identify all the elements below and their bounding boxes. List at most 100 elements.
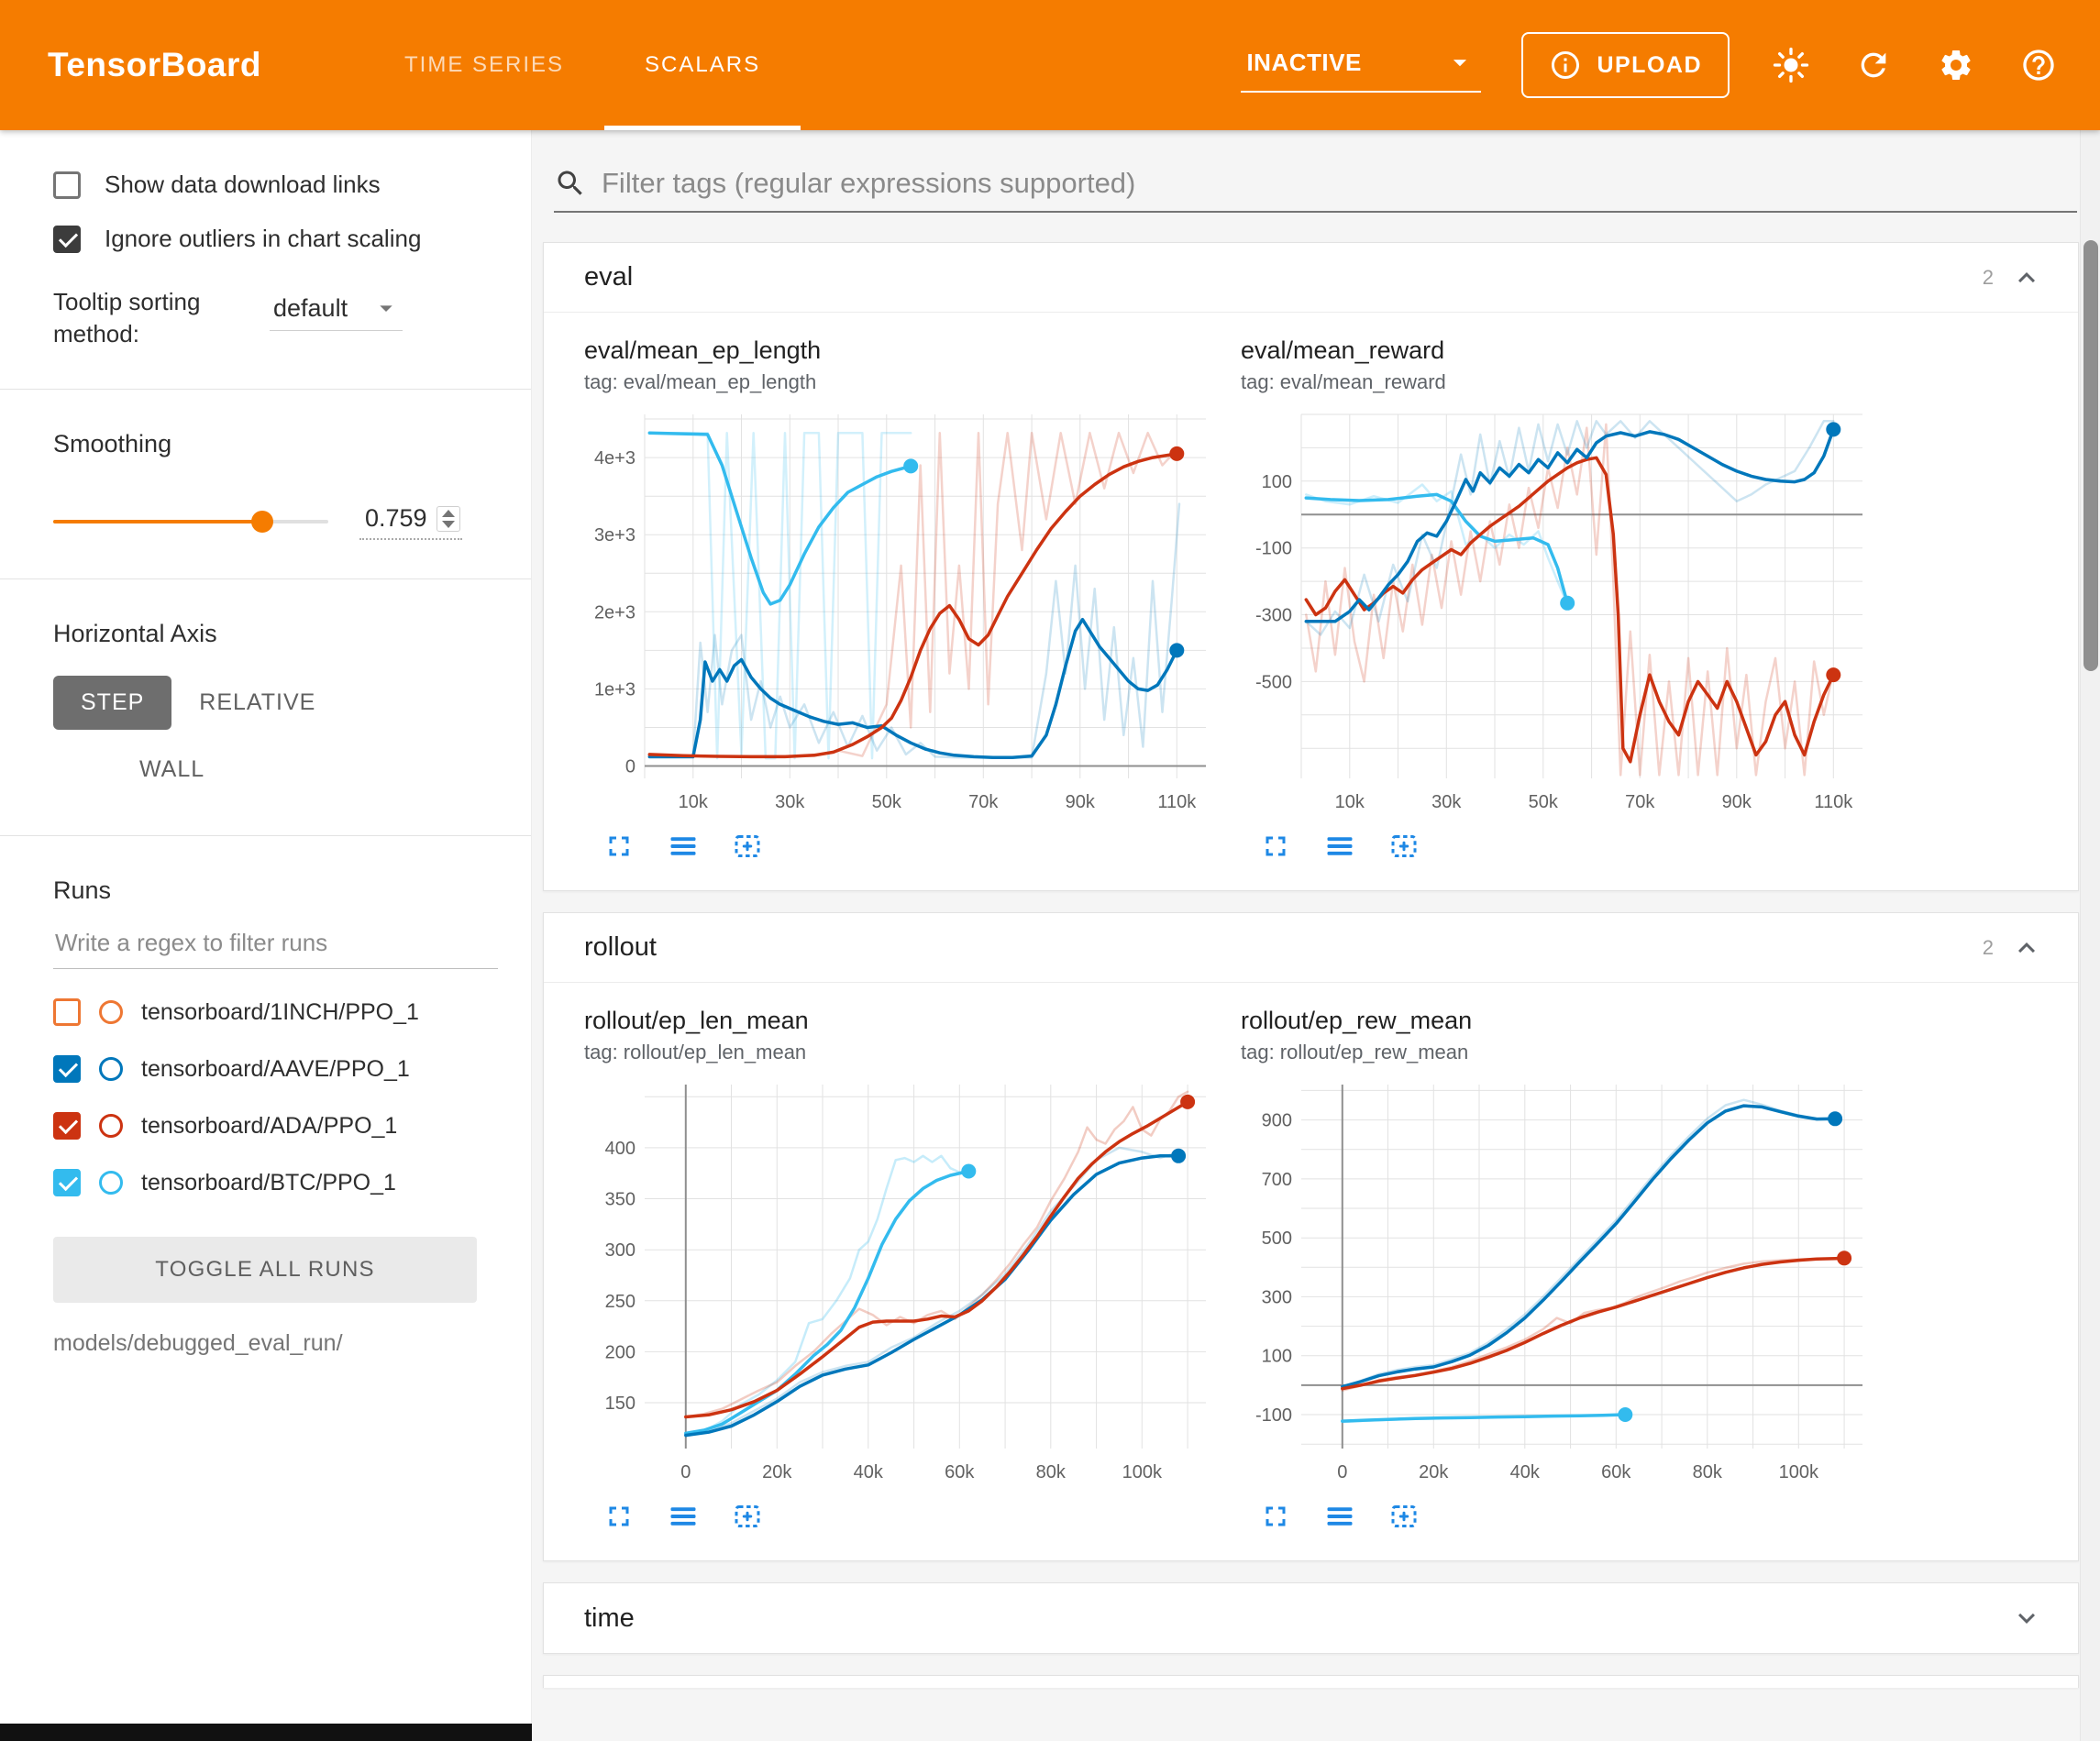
svg-text:30k: 30k (775, 792, 805, 812)
section-card-rollout: rollout 2 rollout/ep_len_mean tag: rollo… (543, 912, 2079, 1561)
run-color-radio[interactable] (99, 1114, 123, 1138)
status-dropdown[interactable]: INACTIVE (1241, 38, 1481, 93)
tooltip-sorting-select[interactable]: default (270, 292, 403, 331)
run-checkbox[interactable] (53, 1169, 81, 1196)
svg-text:300: 300 (1262, 1287, 1292, 1307)
section-title: eval (584, 262, 633, 292)
run-row-1inch: tensorboard/1INCH/PPO_1 (53, 998, 498, 1026)
main-content: eval 2 eval/mean_ep_length tag: eval/mea… (532, 130, 2100, 1741)
runs-selector-button[interactable] (667, 1500, 700, 1533)
fit-domain-button[interactable] (1387, 1500, 1420, 1533)
tab-time-series[interactable]: TIME SERIES (364, 0, 604, 130)
runs-filter-input[interactable] (53, 912, 498, 969)
chart-title: rollout/ep_rew_mean (1241, 1007, 1875, 1035)
tooltip-sorting-label: Tooltip sorting method: (53, 286, 244, 350)
settings-button[interactable] (1935, 44, 1977, 86)
data-table-icon (667, 830, 700, 863)
svg-text:-300: -300 (1255, 606, 1292, 626)
chart-tag: tag: eval/mean_ep_length (584, 370, 1219, 394)
svg-text:1e+3: 1e+3 (594, 679, 636, 700)
chart-card-eval-mean-ep-length: eval/mean_ep_length tag: eval/mean_ep_le… (584, 336, 1219, 866)
vertical-scrollbar[interactable] (2080, 130, 2100, 1741)
svg-text:0: 0 (625, 757, 636, 777)
run-row-ada: tensorboard/ADA/PPO_1 (53, 1112, 498, 1140)
smoothing-stepper[interactable] (437, 506, 460, 532)
fit-domain-button[interactable] (731, 1500, 764, 1533)
smoothing-slider-thumb[interactable] (251, 511, 273, 533)
ignore-outliers-label: Ignore outliers in chart scaling (105, 225, 421, 253)
run-checkbox[interactable] (53, 1055, 81, 1083)
svg-text:20k: 20k (762, 1462, 792, 1482)
smoothing-slider[interactable] (53, 520, 328, 523)
tag-filter-input[interactable] (602, 167, 2077, 200)
expand-chart-button[interactable] (602, 1500, 636, 1533)
ignore-outliers-checkbox[interactable] (53, 226, 81, 253)
scrollbar-thumb[interactable] (2083, 240, 2098, 671)
axis-wall-button[interactable]: WALL (112, 743, 232, 797)
svg-text:60k: 60k (1601, 1462, 1631, 1482)
tab-scalars[interactable]: SCALARS (604, 0, 801, 130)
svg-text:150: 150 (605, 1394, 636, 1414)
smoothing-row: 0.759 (53, 502, 498, 540)
chart-card-eval-mean-reward: eval/mean_reward tag: eval/mean_reward 1… (1241, 336, 1875, 866)
axis-relative-button[interactable]: RELATIVE (171, 676, 343, 730)
svg-text:200: 200 (605, 1342, 636, 1362)
svg-text:100k: 100k (1122, 1462, 1163, 1482)
data-table-icon (1323, 830, 1356, 863)
collapse-section-button[interactable] (2010, 261, 2043, 294)
section-header-rollout[interactable]: rollout 2 (544, 913, 2078, 983)
chevron-up-icon (2010, 931, 2043, 964)
help-icon (2020, 47, 2057, 83)
section-count: 2 (1983, 936, 1994, 960)
run-color-radio[interactable] (99, 1171, 123, 1195)
expand-chart-button[interactable] (1259, 1500, 1292, 1533)
section-header-eval[interactable]: eval 2 (544, 243, 2078, 313)
run-color-radio[interactable] (99, 1057, 123, 1081)
ignore-outliers-row: Ignore outliers in chart scaling (53, 225, 498, 253)
upload-button[interactable]: UPLOAD (1521, 32, 1730, 98)
fit-domain-button[interactable] (731, 830, 764, 863)
refresh-button[interactable] (1852, 44, 1895, 86)
expand-chart-button[interactable] (1259, 830, 1292, 863)
smoothing-input[interactable]: 0.759 (359, 502, 462, 540)
sidebar-divider (0, 389, 531, 390)
fit-data-icon (1387, 830, 1420, 863)
run-label: tensorboard/AAVE/PPO_1 (141, 1056, 410, 1083)
svg-text:3e+3: 3e+3 (594, 525, 636, 545)
run-label: tensorboard/1INCH/PPO_1 (141, 999, 419, 1026)
app-title: TensorBoard (48, 46, 261, 84)
axis-step-button[interactable]: STEP (53, 676, 171, 730)
theme-toggle-button[interactable] (1770, 44, 1812, 86)
runs-selector-button[interactable] (1323, 830, 1356, 863)
runs-selector-button[interactable] (667, 830, 700, 863)
expand-section-button[interactable] (2010, 1602, 2043, 1635)
dropdown-arrow-icon (1444, 47, 1476, 78)
svg-text:250: 250 (605, 1292, 636, 1312)
chart-plot[interactable]: 10k30k50k70k90k110k100-100-300-500 (1241, 403, 1873, 821)
help-button[interactable] (2017, 44, 2060, 86)
chart-plot[interactable]: 020k40k60k80k100k-100100300500700900 (1241, 1074, 1873, 1491)
runs-selector-button[interactable] (1323, 1500, 1356, 1533)
settings-gear-icon (1938, 47, 1974, 83)
horizontal-axis-buttons: STEP RELATIVE WALL (53, 676, 420, 797)
toggle-all-runs-button[interactable]: TOGGLE ALL RUNS (53, 1237, 477, 1303)
run-color-radio[interactable] (99, 1000, 123, 1024)
svg-text:70k: 70k (1625, 792, 1655, 812)
show-download-links-checkbox[interactable] (53, 171, 81, 199)
svg-text:0: 0 (680, 1462, 691, 1482)
expand-chart-button[interactable] (602, 830, 636, 863)
svg-text:80k: 80k (1693, 1462, 1723, 1482)
svg-text:110k: 110k (1157, 792, 1197, 812)
collapse-section-button[interactable] (2010, 931, 2043, 964)
chart-plot[interactable]: 10k30k50k70k90k110k01e+32e+33e+34e+3 (584, 403, 1217, 821)
chart-toolbar (1259, 1500, 1875, 1533)
run-checkbox[interactable] (53, 998, 81, 1026)
fit-domain-button[interactable] (1387, 830, 1420, 863)
upload-button-label: UPLOAD (1597, 52, 1702, 79)
svg-text:-100: -100 (1255, 539, 1292, 559)
svg-text:10k: 10k (1335, 792, 1365, 812)
run-checkbox[interactable] (53, 1112, 81, 1140)
chart-plot[interactable]: 020k40k60k80k100k150200250300350400 (584, 1074, 1217, 1491)
section-header-time[interactable]: time (544, 1583, 2078, 1653)
chevron-up-icon (2010, 261, 2043, 294)
